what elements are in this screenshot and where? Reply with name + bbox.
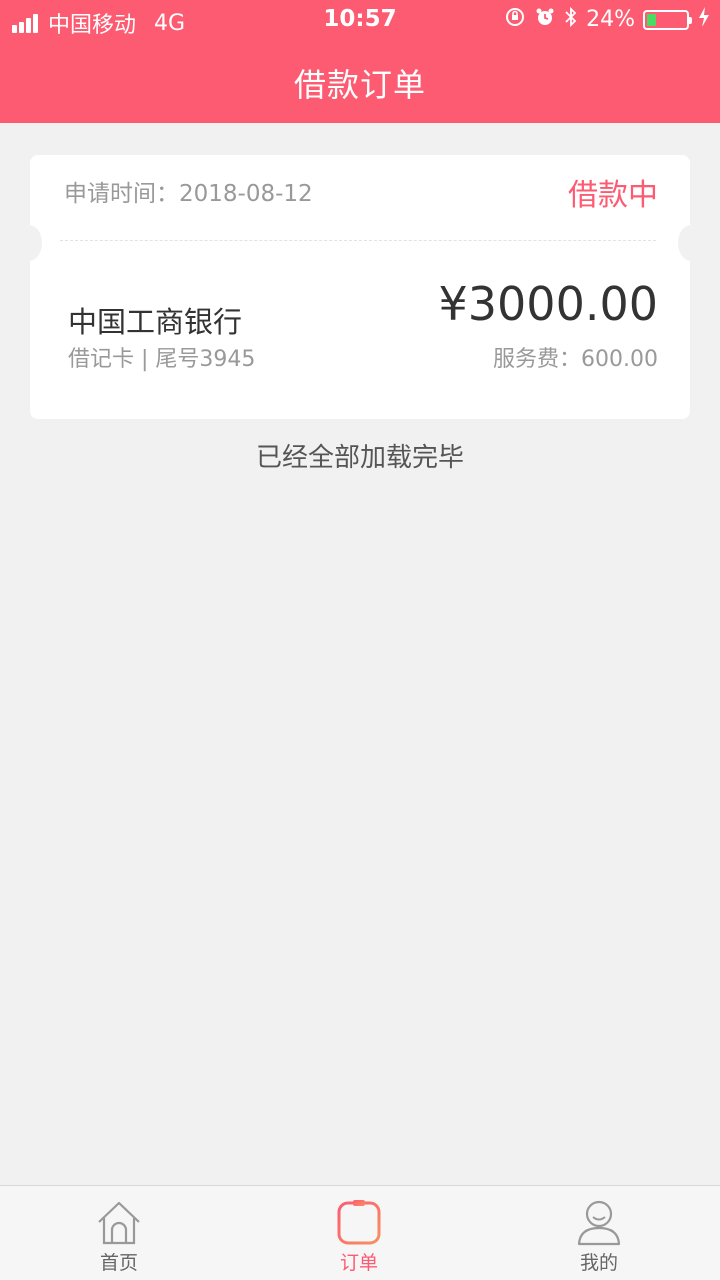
list-end-text: 已经全部加载完毕 (255, 443, 464, 473)
apply-date: 2018-08-12 (179, 181, 313, 207)
service-fee-value: 600.00 (581, 347, 658, 372)
alarm-icon (534, 6, 556, 33)
battery-icon (643, 9, 692, 30)
tab-orders[interactable]: 订单 (299, 1186, 419, 1280)
home-icon (98, 1201, 140, 1245)
order-card[interactable]: 申请时间：2018-08-12 借款中 中国工商银行 借记卡 | 尾号3945 … (16, 155, 704, 419)
apply-time-label: 申请时间： (64, 181, 179, 207)
card-notch-left (16, 225, 42, 261)
service-fee: 服务费：600.00 (493, 341, 658, 373)
charging-icon (698, 7, 710, 32)
card-info: 借记卡 | 尾号3945 (68, 347, 256, 372)
apply-time: 申请时间：2018-08-12 (64, 174, 313, 208)
bank-name: 中国工商银行 (68, 305, 243, 339)
page-title: 借款订单 (293, 66, 426, 104)
rotation-lock-icon (504, 6, 526, 33)
loan-amount: ¥3000.00 (438, 277, 659, 331)
tab-home[interactable]: 首页 (59, 1186, 179, 1280)
tab-home-label: 首页 (99, 1252, 138, 1274)
tab-profile[interactable]: 我的 (539, 1186, 659, 1280)
app-header: 中国移动 4G 10:57 24% 借款订单 (0, 0, 720, 123)
order-list-icon (337, 1200, 381, 1245)
bluetooth-icon (564, 6, 578, 33)
card-divider (60, 240, 656, 241)
order-status-badge: 借款中 (568, 178, 658, 213)
user-icon (577, 1200, 621, 1246)
battery-level-fill (647, 13, 657, 26)
tab-bar: 首页 订单 我的 (0, 1185, 720, 1280)
tab-profile-label: 我的 (579, 1252, 618, 1274)
service-fee-label: 服务费： (493, 347, 582, 372)
status-bar: 中国移动 4G 10:57 24% (0, 0, 720, 40)
tab-orders-label: 订单 (339, 1252, 378, 1274)
card-notch-right (678, 225, 704, 261)
status-right: 24% (504, 6, 710, 33)
battery-percent: 24% (586, 7, 635, 32)
